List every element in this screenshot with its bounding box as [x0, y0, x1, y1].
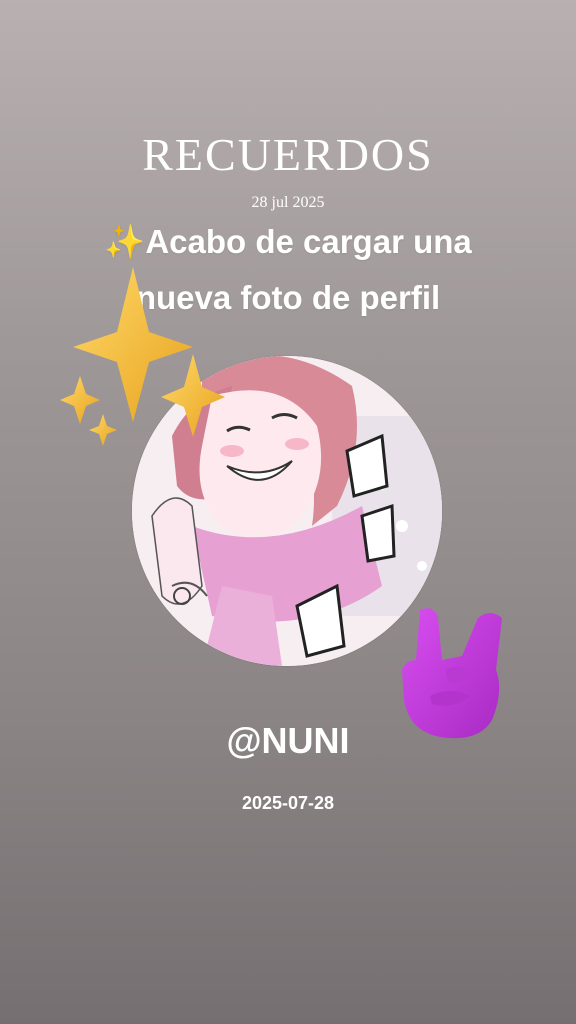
caption-text-1: Acabo de cargar una: [145, 223, 472, 260]
sparkles-emoji-icon: ✨: [104, 223, 146, 260]
rock-hand-sticker-svg: [402, 608, 502, 739]
rock-on-hand-icon[interactable]: [400, 600, 512, 742]
story-title: RECUERDOS: [142, 129, 434, 180]
sparkles-icon[interactable]: [55, 262, 235, 452]
profile-date: 2025-07-28: [241, 793, 335, 813]
story-header-date: 28 jul 2025: [251, 194, 325, 211]
sparkles-sticker-svg: [60, 267, 225, 446]
